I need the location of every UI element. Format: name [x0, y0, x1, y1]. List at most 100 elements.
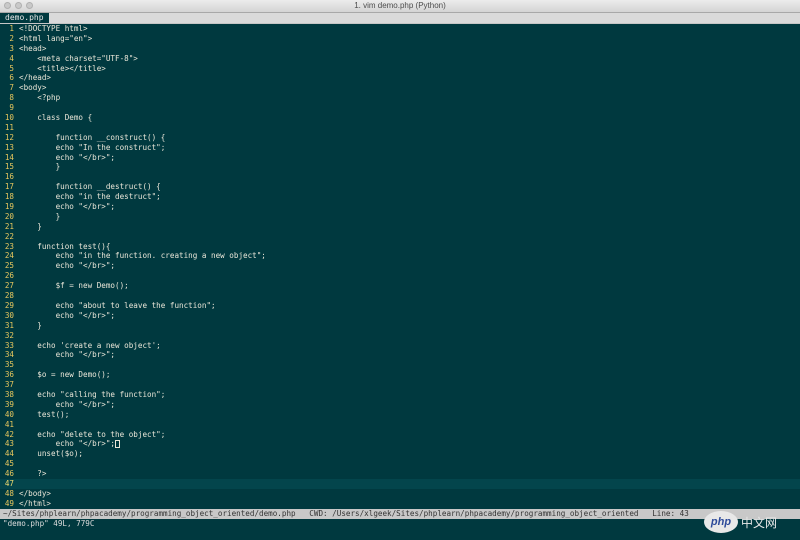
window-title: 1. vim demo.php (Python) [354, 1, 446, 10]
line-text: echo "delete to the object"; [19, 429, 166, 439]
line-number: 36 [4, 370, 14, 380]
code-line[interactable]: 37 [0, 380, 800, 390]
line-number: 26 [4, 271, 14, 281]
line-number: 19 [4, 202, 14, 212]
code-line[interactable]: 19 echo "</br>"; [0, 202, 800, 212]
line-text: </head> [19, 73, 52, 83]
code-line[interactable]: 34 echo "</br>"; [0, 350, 800, 360]
line-number: 12 [4, 132, 14, 142]
code-line[interactable]: 30 echo "</br>"; [0, 311, 800, 321]
line-number: 37 [4, 380, 14, 390]
line-number: 16 [4, 172, 14, 182]
line-number: 46 [4, 469, 14, 479]
line-text: $o = new Demo(); [19, 370, 111, 380]
code-line[interactable]: 2 <html lang="en"> [0, 34, 800, 44]
code-line[interactable]: 28 [0, 291, 800, 301]
watermark: php 中文网 [704, 509, 796, 535]
code-line[interactable]: 6 </head> [0, 73, 800, 83]
code-line[interactable]: 16 [0, 172, 800, 182]
code-line[interactable]: 15 } [0, 162, 800, 172]
code-line[interactable]: 21 } [0, 222, 800, 232]
line-number: 8 [9, 93, 14, 103]
code-line[interactable]: 49 </html> [0, 499, 800, 509]
code-line[interactable]: 10 class Demo { [0, 113, 800, 123]
code-line[interactable]: 7 <body> [0, 83, 800, 93]
code-line[interactable]: 33 echo 'create a new object'; [0, 341, 800, 351]
code-line[interactable]: 25 echo "</br>"; [0, 261, 800, 271]
line-text: unset($o); [19, 449, 84, 459]
line-text: ?> [19, 469, 47, 479]
code-line[interactable]: 8 <?php [0, 93, 800, 103]
code-line[interactable]: 26 [0, 271, 800, 281]
code-line[interactable]: 12 function __construct() { [0, 133, 800, 143]
line-text: echo "</br>"; [19, 152, 116, 162]
code-line[interactable]: 27 $f = new Demo(); [0, 281, 800, 291]
code-line[interactable]: 5 <title></title> [0, 64, 800, 74]
code-line[interactable]: 43 echo "</br>"; [0, 439, 800, 449]
line-number: 5 [9, 63, 14, 73]
code-line[interactable]: 47 [0, 478, 800, 489]
code-line[interactable]: 38 echo "calling the function"; [0, 390, 800, 400]
vim-statusline: ~/Sites/phplearn/phpacademy/programming_… [0, 509, 800, 519]
code-line[interactable]: 22 [0, 232, 800, 242]
code-line[interactable]: 32 [0, 331, 800, 341]
line-text: <!DOCTYPE html> [19, 24, 88, 33]
code-line[interactable]: 31 } [0, 321, 800, 331]
line-text: echo "In the construct"; [19, 142, 166, 152]
code-line[interactable]: 44 unset($o); [0, 449, 800, 459]
code-line[interactable]: 11 [0, 123, 800, 133]
code-line[interactable]: 18 echo "in the destruct"; [0, 192, 800, 202]
code-line[interactable]: 20 } [0, 212, 800, 222]
line-text: echo "in the destruct"; [19, 192, 161, 202]
line-number: 10 [4, 113, 14, 123]
code-line[interactable]: 1 <!DOCTYPE html> [0, 24, 800, 34]
line-number: 20 [4, 211, 14, 221]
code-line[interactable]: 23 function test(){ [0, 242, 800, 252]
code-line[interactable]: 29 echo "about to leave the function"; [0, 301, 800, 311]
code-line[interactable]: 9 [0, 103, 800, 113]
line-text: echo "</br>"; [19, 350, 116, 360]
line-text: <title></title> [19, 63, 106, 73]
code-line[interactable]: 3 <head> [0, 44, 800, 54]
file-info-message: "demo.php" 49L, 779C [3, 519, 95, 528]
code-line[interactable]: 39 echo "</br>"; [0, 400, 800, 410]
code-line[interactable]: 42 echo "delete to the object"; [0, 430, 800, 440]
editor-buffer[interactable]: 1 <!DOCTYPE html> 2 <html lang="en"> 3 <head>… [0, 24, 800, 509]
line-text: class Demo { [19, 113, 93, 123]
code-line[interactable]: 46 ?> [0, 469, 800, 479]
line-text: </body> [19, 488, 52, 498]
tab-demo-php[interactable]: demo.php [0, 13, 49, 23]
code-line[interactable]: 48 </body> [0, 489, 800, 499]
line-text: echo "calling the function"; [19, 389, 166, 399]
code-line[interactable]: 17 function __destruct() { [0, 182, 800, 192]
line-text: </html> [19, 498, 52, 508]
vim-command-line[interactable]: "demo.php" 49L, 779C [0, 519, 800, 540]
line-text: echo "</br>"; [19, 261, 116, 271]
line-number: 30 [4, 310, 14, 320]
line-text: <body> [19, 83, 47, 93]
line-number: 49 [4, 498, 14, 508]
line-text: <html lang="en"> [19, 33, 93, 43]
code-line[interactable]: 40 test(); [0, 410, 800, 420]
code-line[interactable]: 36 $o = new Demo(); [0, 370, 800, 380]
line-number: 25 [4, 261, 14, 271]
window-titlebar: 1. vim demo.php (Python) [0, 0, 800, 13]
line-number: 15 [4, 162, 14, 172]
line-number: 34 [4, 350, 14, 360]
line-number: 7 [9, 83, 14, 93]
code-line[interactable]: 35 [0, 360, 800, 370]
code-line[interactable]: 45 [0, 459, 800, 469]
line-number: 47 [4, 478, 14, 488]
code-line[interactable]: 14 echo "</br>"; [0, 153, 800, 163]
line-text: function __construct() { [19, 132, 166, 142]
line-text: <?php [19, 93, 61, 103]
code-line[interactable]: 24 echo "in the function. creating a new… [0, 251, 800, 261]
code-line[interactable]: 4 <meta charset="UTF-8"> [0, 54, 800, 64]
line-text: } [19, 162, 61, 172]
code-line[interactable]: 41 [0, 420, 800, 430]
line-number: 35 [4, 360, 14, 370]
code-line[interactable]: 13 echo "In the construct"; [0, 143, 800, 153]
line-number: 29 [4, 300, 14, 310]
line-text: test(); [19, 409, 70, 419]
line-number: 44 [4, 449, 14, 459]
